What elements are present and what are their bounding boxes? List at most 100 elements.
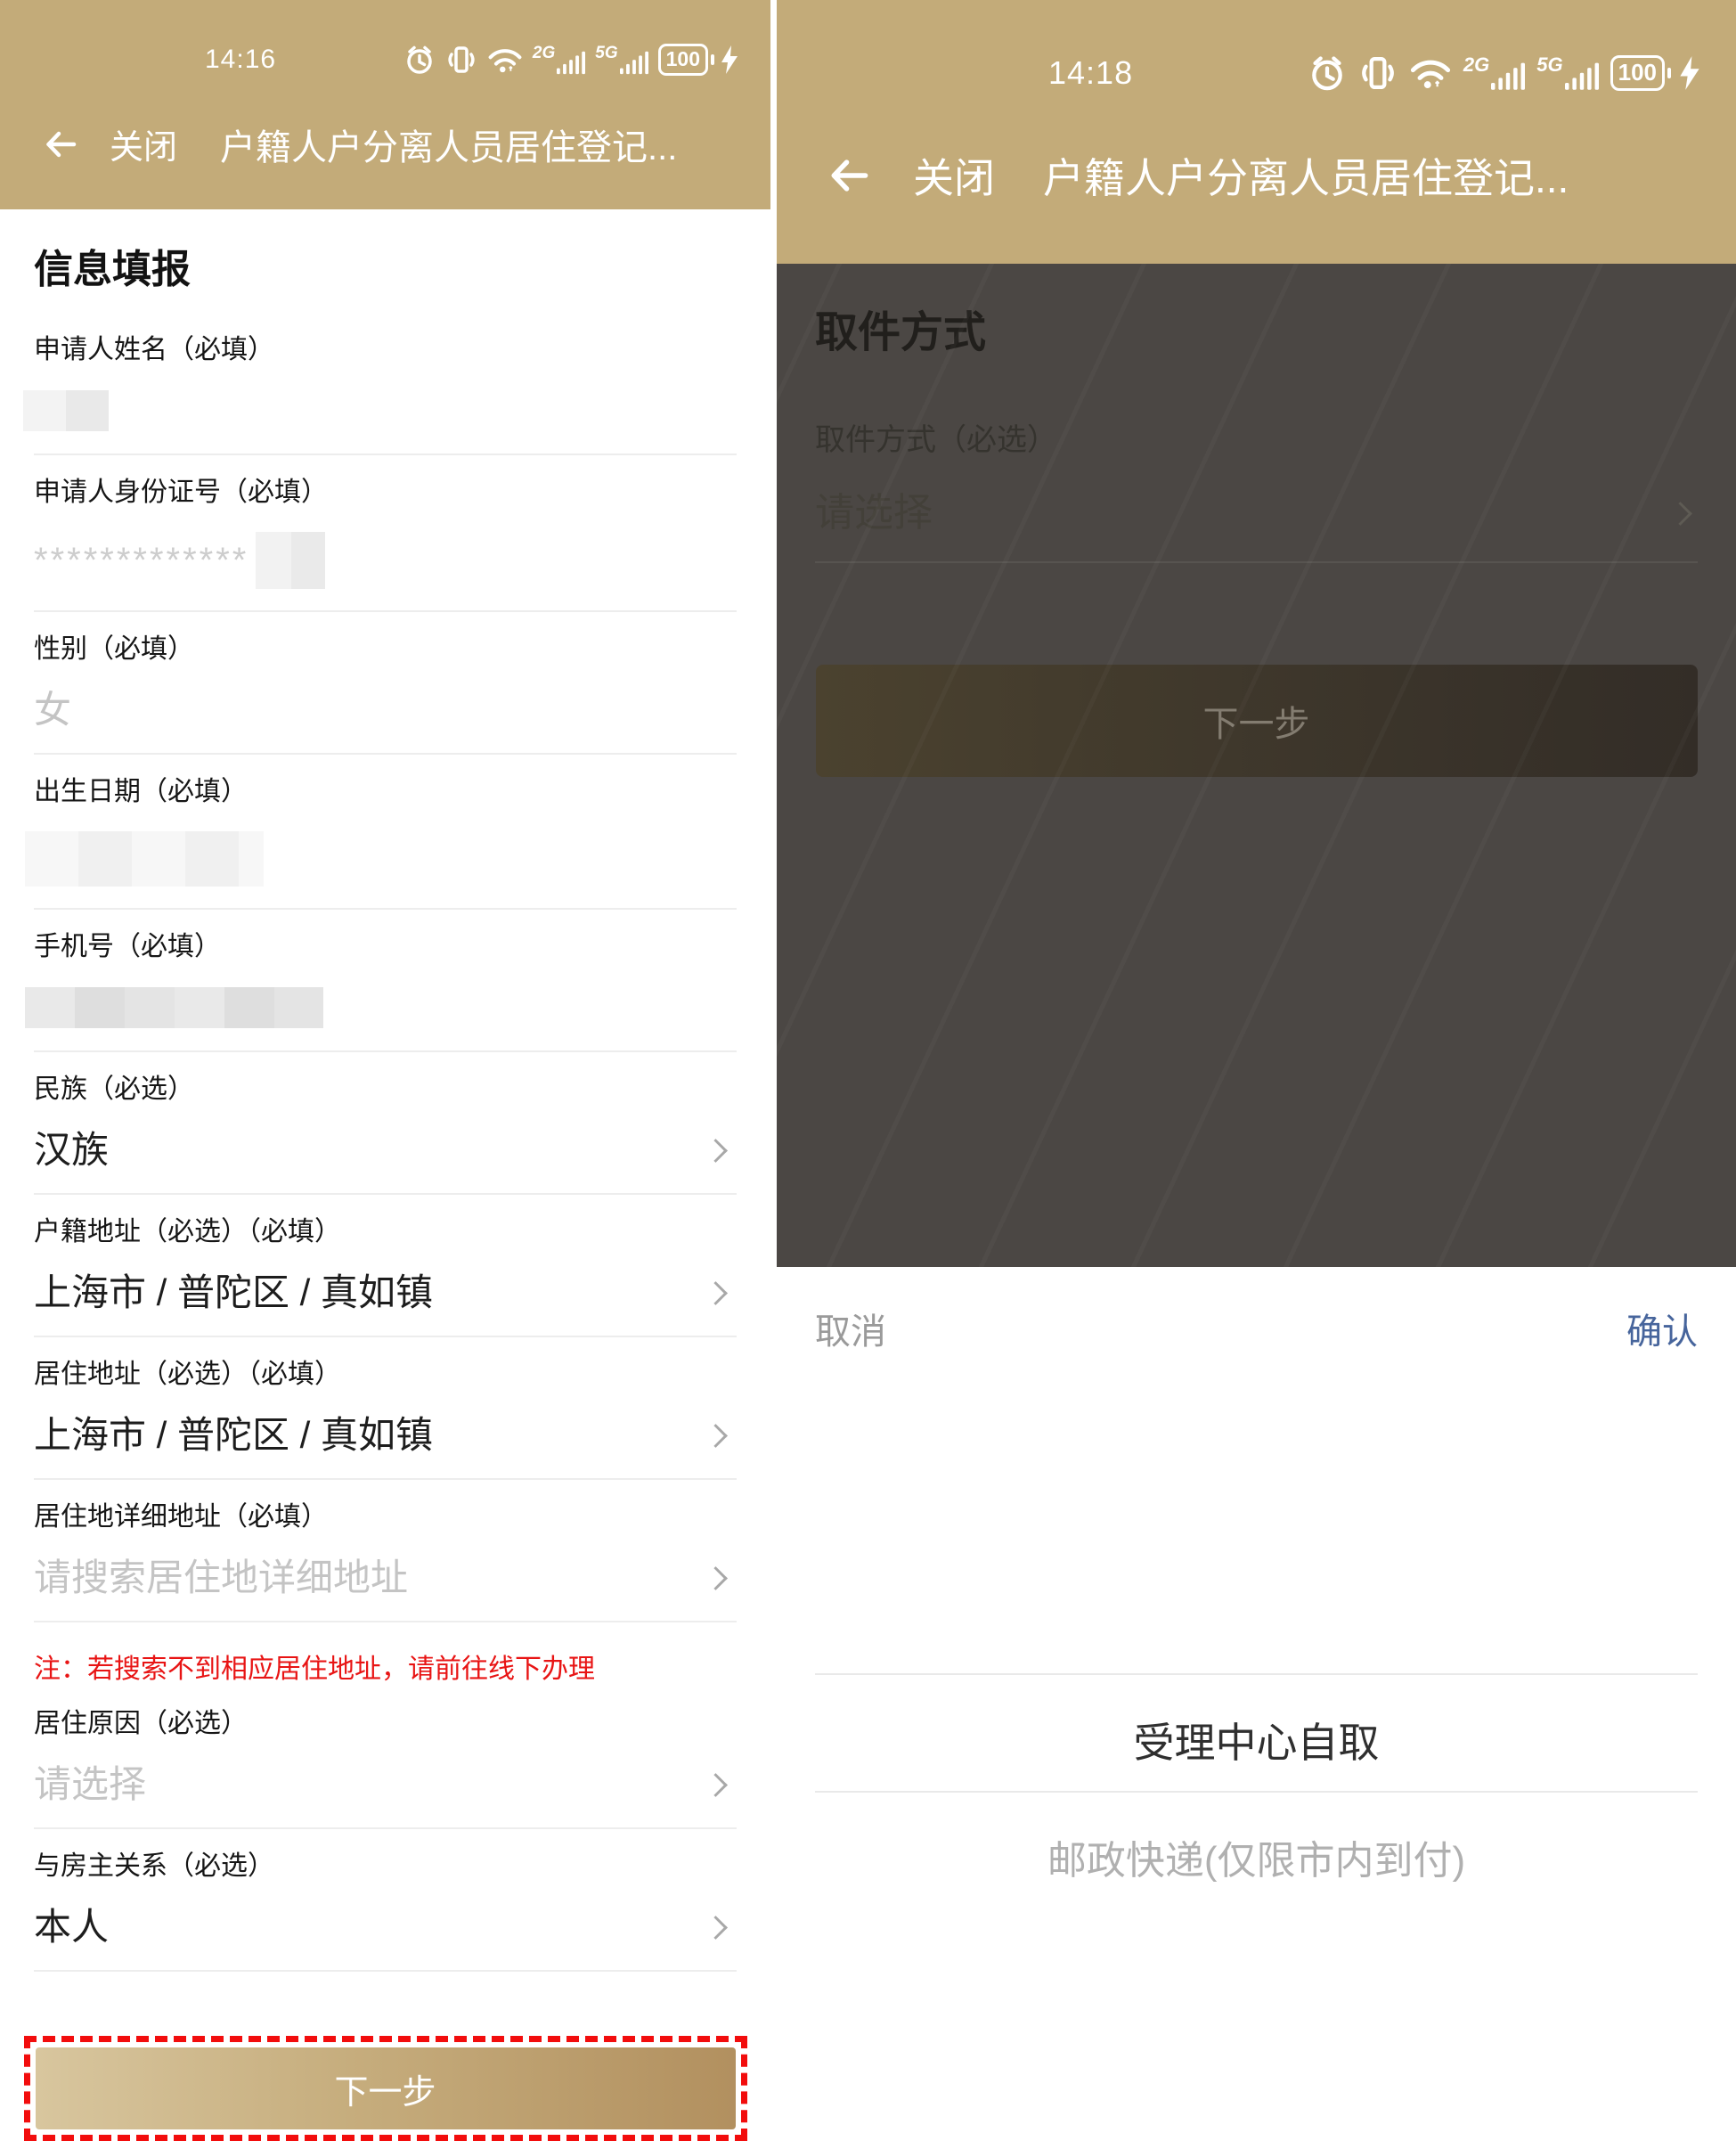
battery-100-icon: 100	[1610, 55, 1671, 91]
back-icon[interactable]	[826, 152, 872, 199]
right-clock: 14:18	[1048, 54, 1134, 91]
chevron-right-icon	[704, 1915, 728, 1940]
back-icon[interactable]	[42, 126, 79, 163]
info-form: 信息填报 申请人姓名（必填） 申请人身份证号（必填） *************…	[0, 249, 770, 1972]
field-residence-detail: 居住地详细地址（必填） 请搜索居住地详细地址	[34, 1480, 737, 1622]
owner-relation-select[interactable]: 本人	[34, 1906, 737, 1949]
redacted-phone-value	[25, 987, 323, 1028]
signal-5g-icon: 5G	[1536, 53, 1599, 92]
chevron-right-icon	[704, 1280, 728, 1305]
field-label: 性别（必填）	[34, 634, 194, 664]
battery-level: 100	[657, 44, 708, 76]
field-label: 申请人姓名（必填）	[34, 335, 274, 364]
left-status-icons: 2G 5G 100	[394, 44, 739, 76]
picker-option-unselected[interactable]: 邮政快递(仅限市内到付)	[777, 1828, 1736, 1885]
household-address-select[interactable]: 上海市 / 普陀区 / 真如镇	[34, 1271, 737, 1314]
dimmed-content-overlay: 取件方式 取件方式（必选） 请选择 下一步	[777, 264, 1736, 1267]
gender-input[interactable]: 女	[34, 689, 737, 731]
chevron-right-icon	[704, 1138, 728, 1163]
residence-reason-placeholder: 请选择	[34, 1763, 147, 1805]
right-screen: 14:18 2G 5G 100 关闭 户籍人户分离人员居住登记... 取件方式 …	[777, 0, 1736, 2085]
alarm-icon	[1308, 53, 1347, 93]
right-header: 14:18 2G 5G 100 关闭 户籍人户分离人员居住登记...	[777, 0, 1736, 264]
field-label: 出生日期（必填）	[34, 777, 248, 806]
phone-input[interactable]	[25, 986, 737, 1029]
left-clock: 14:16	[205, 45, 277, 74]
picker-bottom-sheet: 取消 确认 受理中心自取 邮政快递(仅限市内到付)	[777, 1267, 1736, 2085]
field-label: 民族（必选）	[34, 1075, 194, 1104]
charging-icon	[720, 45, 739, 74]
pickup-method-select[interactable]: 请选择	[815, 492, 1698, 535]
signal-5g-icon: 5G	[595, 45, 648, 76]
field-divider	[815, 561, 1698, 563]
net-2g-label: 2G	[1463, 53, 1490, 76]
field-gender: 性别（必填） 女	[34, 612, 737, 755]
net-2g-label: 2G	[532, 43, 556, 62]
offline-note: 注：若搜索不到相应居住地址，请前往线下办理	[34, 1655, 595, 1684]
chevron-right-icon	[704, 1772, 728, 1797]
pickup-method-label: 取件方式（必选）	[815, 423, 1057, 457]
household-address-value: 上海市 / 普陀区 / 真如镇	[34, 1271, 434, 1313]
left-header: 14:16 2G 5G 100 关闭 户籍人户分离人员居住登记...	[0, 0, 770, 209]
residence-address-select[interactable]: 上海市 / 普陀区 / 真如镇	[34, 1414, 737, 1457]
field-ethnicity: 民族（必选） 汉族	[34, 1052, 737, 1195]
ethnicity-value: 汉族	[34, 1129, 110, 1171]
right-nav-bar: 关闭 户籍人户分离人员居住登记...	[777, 107, 1736, 264]
battery-100-icon: 100	[657, 44, 714, 76]
field-label: 居住原因（必选）	[34, 1709, 248, 1738]
residence-detail-placeholder: 请搜索居住地详细地址	[34, 1557, 409, 1598]
redacted-name-value	[23, 390, 109, 431]
net-5g-label: 5G	[595, 43, 618, 62]
field-id-number: 申请人身份证号（必填） *************	[34, 455, 737, 612]
ethnicity-select[interactable]: 汉族	[34, 1129, 737, 1172]
field-residence-address: 居住地址（必选）（必填） 上海市 / 普陀区 / 真如镇	[34, 1337, 737, 1480]
residence-detail-search[interactable]: 请搜索居住地详细地址	[34, 1557, 737, 1599]
next-step-button[interactable]: 下一步	[35, 2047, 736, 2129]
battery-nub	[1667, 68, 1671, 78]
redacted-birth-date-value	[25, 831, 264, 887]
pickup-method-placeholder: 请选择	[815, 491, 933, 535]
chevron-right-icon	[1668, 501, 1692, 526]
right-status-icons: 2G 5G 100	[1296, 53, 1701, 93]
left-screen: 14:16 2G 5G 100 关闭 户籍人户分离人员居住登记... 信息填报 …	[0, 0, 770, 2141]
masked-id-value: *************	[34, 541, 249, 580]
charging-icon	[1678, 56, 1701, 90]
field-birth-date: 出生日期（必填）	[25, 755, 737, 910]
picker-option-selected[interactable]: 受理中心自取	[777, 1711, 1736, 1769]
picker-selection-line-bottom	[815, 1791, 1698, 1793]
field-applicant-name: 申请人姓名（必填）	[23, 291, 737, 455]
field-label: 申请人身份证号（必填）	[34, 478, 328, 507]
chevron-right-icon	[704, 1565, 728, 1590]
page-title: 户籍人户分离人员居住登记...	[220, 127, 678, 168]
picker-selection-line-top	[815, 1673, 1698, 1675]
field-phone: 手机号（必填）	[25, 910, 737, 1052]
signal-2g-icon: 2G	[532, 43, 586, 76]
vibrate-icon	[1358, 53, 1398, 93]
picker-confirm-button[interactable]: 确认	[1626, 1303, 1698, 1354]
close-button[interactable]: 关闭	[913, 146, 995, 205]
birth-date-input[interactable]	[25, 831, 737, 887]
id-number-input[interactable]: *************	[34, 532, 737, 589]
net-5g-label: 5G	[1536, 53, 1563, 76]
picker-cancel-button[interactable]: 取消	[815, 1303, 886, 1354]
form-section-title: 信息填报	[34, 248, 191, 291]
redacted-id-value	[256, 532, 326, 589]
left-nav-bar: 关闭 户籍人户分离人员居住登记...	[0, 93, 770, 209]
field-label: 与房主关系（必选）	[34, 1851, 274, 1881]
next-step-button-disabled[interactable]: 下一步	[815, 665, 1698, 777]
field-label: 户籍地址（必选）（必填）	[34, 1217, 341, 1246]
residence-reason-select[interactable]: 请选择	[34, 1763, 737, 1806]
alarm-icon	[403, 44, 436, 76]
applicant-name-input[interactable]	[23, 389, 737, 432]
battery-nub	[711, 54, 714, 65]
residence-address-value: 上海市 / 普陀区 / 真如镇	[34, 1414, 434, 1456]
close-button[interactable]: 关闭	[110, 119, 177, 168]
picker-header: 取消 确认	[777, 1267, 1736, 1354]
field-owner-relation: 与房主关系（必选） 本人	[34, 1829, 737, 1972]
vibrate-icon	[445, 44, 477, 76]
signal-2g-icon: 2G	[1463, 53, 1526, 92]
left-status-bar: 14:16 2G 5G 100	[0, 0, 770, 93]
wifi-icon	[1409, 55, 1452, 91]
field-label: 手机号（必填）	[34, 932, 221, 961]
page-title: 户籍人户分离人员居住登记...	[1043, 155, 1569, 201]
